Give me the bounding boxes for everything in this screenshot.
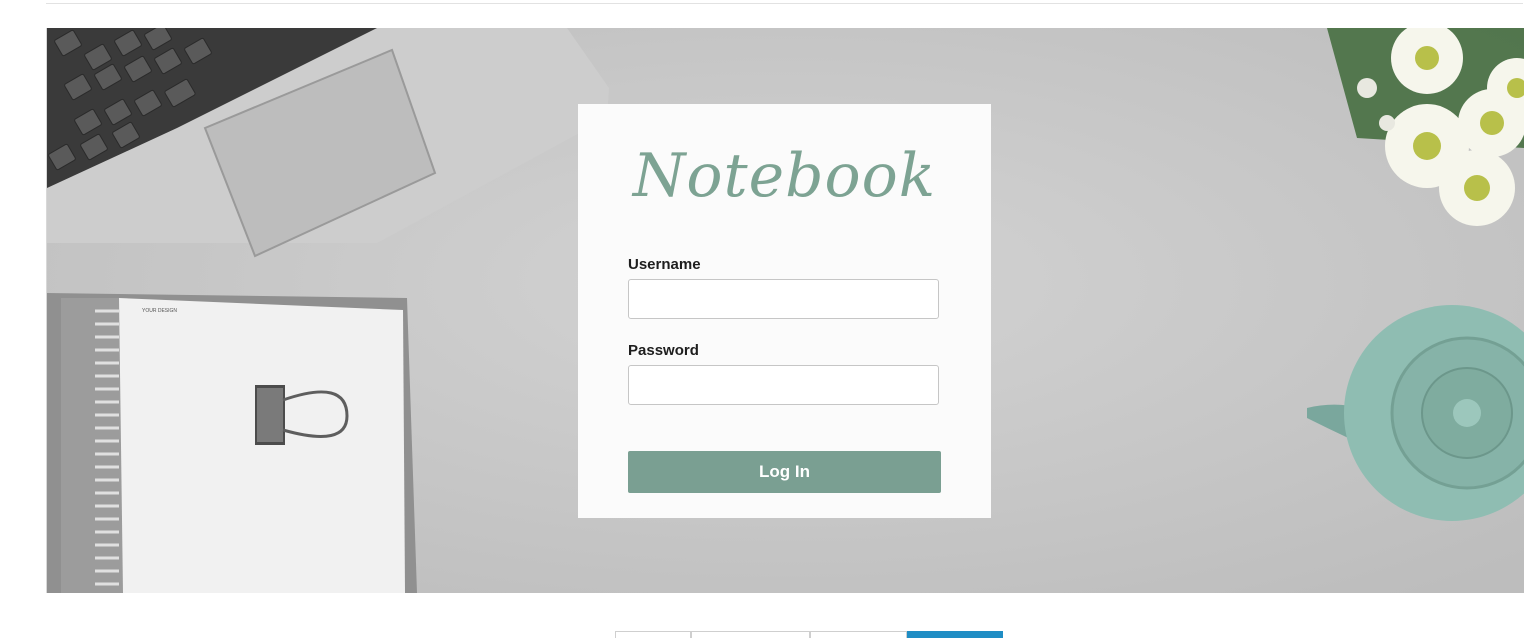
bottom-tab-1[interactable] bbox=[615, 631, 691, 638]
spiral-notebook: YOUR DESIGN bbox=[47, 293, 417, 593]
bottom-tab-strip bbox=[615, 631, 1003, 638]
bottom-tab-4[interactable] bbox=[907, 631, 1003, 638]
notebook-logo: Notebook bbox=[632, 141, 937, 211]
bottom-tab-3[interactable] bbox=[810, 631, 907, 638]
login-card: Notebook Username Password Log In bbox=[578, 104, 991, 518]
username-input[interactable] bbox=[628, 279, 939, 319]
password-label: Password bbox=[628, 342, 699, 359]
login-button[interactable]: Log In bbox=[628, 451, 941, 493]
top-divider bbox=[46, 3, 1523, 4]
username-label: Username bbox=[628, 256, 701, 273]
notebook-cover-text: YOUR DESIGN bbox=[142, 308, 177, 314]
password-input[interactable] bbox=[628, 365, 939, 405]
bottom-tab-2[interactable] bbox=[691, 631, 810, 638]
